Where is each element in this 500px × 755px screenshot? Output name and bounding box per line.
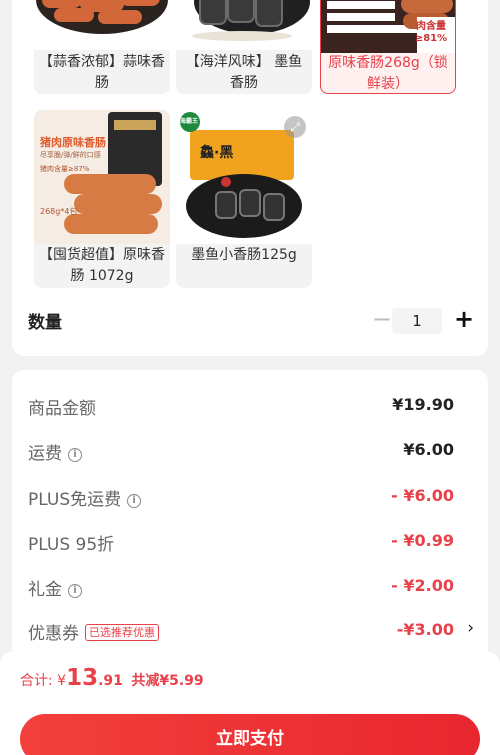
price-row-plus-free-shipping: PLUS免运费 i - ¥6.00 [28,481,472,511]
variant-label: 墨鱼小香肠125g [191,247,297,263]
total-decimal: .91 [98,673,123,689]
price-row-value: - ¥2.00 [391,576,454,595]
pkg-brand-text: 海霸王 [180,118,199,125]
pay-now-button[interactable]: 立即支付 [20,714,480,755]
variant-selector-card: 【蒜香浓郁】蒜味香肠 【海洋风味】 墨鱼香肠 肉含量 ≥81% 原味香肠268g… [12,0,488,356]
total-integer: 13 [66,665,99,691]
price-row-coupon[interactable]: 优惠券 已选推荐优惠 -¥3.00 › [28,615,474,645]
price-row-label: 商品金额 [28,399,96,419]
total-prefix: 合计: ¥ [20,673,67,689]
pkg-title-text: 猪肉原味香肠 [40,136,106,149]
variant-thumbnail: 肉含量 ≥81% [321,0,455,53]
price-row-label: PLUS 95折 [28,535,115,555]
checkout-bar: 合计: ¥13.91 共减¥5.99 立即支付 [0,651,500,755]
variant-label: 【囤货超值】原味香肠 1072g [39,247,165,284]
variant-squid-ink-sausage[interactable]: 【海洋风味】 墨鱼香肠 [176,0,312,94]
info-icon[interactable]: i [68,584,82,598]
quantity-decrease-button[interactable]: − [370,306,394,334]
price-row-value: - ¥6.00 [391,486,454,505]
price-row-label: 礼金 i [28,575,82,600]
variant-thumbnail [176,0,312,50]
pkg-meat-content-label: 肉含量 ≥81% [414,21,448,44]
price-row-shipping: 运费 i ¥6.00 [28,435,472,465]
variant-thumbnail: 海霸王 鱻·黑 ⤢ [176,110,312,244]
price-row-value: -¥3.00 [396,620,454,639]
expand-icon[interactable]: ⤢ [284,116,306,138]
variant-garlic-sausage[interactable]: 【蒜香浓郁】蒜味香肠 [34,0,170,94]
price-row-subtotal: 商品金额 ¥19.90 [28,390,472,420]
info-icon[interactable]: i [127,494,142,508]
price-breakdown-card: 商品金额 ¥19.90 运费 i ¥6.00 PLUS免运费 i - ¥6.00 P… [12,370,488,660]
quantity-label: 数量 [28,313,62,333]
quantity-input[interactable]: 1 [392,308,442,334]
order-total: 合计: ¥13.91 共减¥5.99 [20,665,204,691]
variant-label: 原味香肠268g（锁鲜装） [328,55,448,92]
price-row-label: PLUS免运费 i [28,485,142,510]
variant-squid-ink-mini-sausage[interactable]: 海霸王 鱻·黑 ⤢ 墨鱼小香肠125g [176,110,312,288]
price-row-label: 运费 i [28,439,82,464]
price-row-value: - ¥0.99 [391,531,454,550]
price-row-value: ¥19.90 [392,395,454,414]
variant-thumbnail: 猪肉原味香肠 尽享脆/弹/鲜的口感 猪肉含量≥87% 268g*4包 [34,110,170,244]
pkg-meat-text: 猪肉含量≥87% [40,165,90,173]
chevron-right-icon[interactable]: › [467,618,474,638]
variant-label: 【海洋风味】 墨鱼香肠 [185,54,303,91]
total-saved: 共减¥5.99 [131,673,204,689]
price-row-gift-credit: 礼金 i - ¥2.00 [28,571,472,601]
info-icon[interactable]: i [68,448,82,462]
variant-label: 【蒜香浓郁】蒜味香肠 [39,54,165,91]
quantity-increase-button[interactable]: + [452,305,476,333]
price-row-label: 优惠券 已选推荐优惠 [28,619,159,644]
variant-original-sausage-1072g[interactable]: 猪肉原味香肠 尽享脆/弹/鲜的口感 猪肉含量≥87% 268g*4包 【囤货超值… [34,110,170,288]
pkg-title-text: 鱻·黑 [200,145,234,161]
price-row-value: ¥6.00 [403,440,454,459]
variant-original-sausage-268g[interactable]: 肉含量 ≥81% 原味香肠268g（锁鲜装） [320,0,456,94]
coupon-badge: 已选推荐优惠 [85,624,159,641]
quantity-row: 数量 − 1 + [28,305,474,336]
pkg-subtitle-text: 尽享脆/弹/鲜的口感 [40,151,101,159]
pkg-weight-text: 268g*4包 [40,207,78,216]
variant-thumbnail [34,0,170,50]
price-row-plus-discount: PLUS 95折 - ¥0.99 [28,526,472,556]
